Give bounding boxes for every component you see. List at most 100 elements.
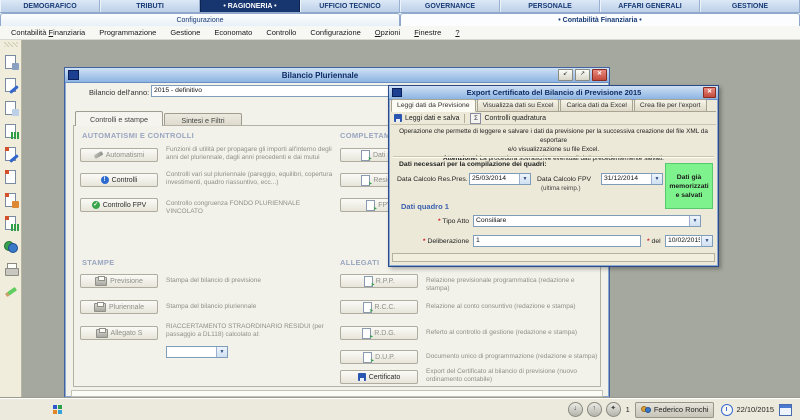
calendar-icon[interactable] bbox=[779, 404, 792, 416]
top-tab-ufficio-tecnico[interactable]: UFFICIO TECNICO bbox=[300, 0, 400, 12]
nav-up-icon[interactable]: ↑ bbox=[587, 402, 602, 417]
tab-leggi-dati-da-previsione[interactable]: Leggi dati da Previsione bbox=[391, 99, 476, 112]
certificato-desc: Export del Certificato al bilancio di pr… bbox=[426, 368, 598, 384]
check-icon: ✓ bbox=[92, 201, 100, 209]
controllo-fpv-button[interactable]: ✓ Controllo FPV bbox=[80, 198, 158, 212]
chart-doc-red-icon[interactable] bbox=[3, 215, 19, 231]
module-tab-bar: DEMOGRAFICO TRIBUTI • RAGIONERIA • UFFIC… bbox=[0, 0, 800, 13]
dati-salvati-status-box: Dati già memorizzati e salvati bbox=[665, 163, 713, 209]
top-tab-tributi[interactable]: TRIBUTI bbox=[100, 0, 200, 12]
res-pres-combo[interactable]: 25/03/2014 bbox=[469, 173, 531, 185]
restore-button[interactable]: ↗ bbox=[575, 69, 590, 81]
doc-icon bbox=[364, 276, 373, 287]
top-tab-governance[interactable]: GOVERNANCE bbox=[400, 0, 500, 12]
printer-icon[interactable] bbox=[3, 261, 19, 277]
chevron-down-icon[interactable] bbox=[519, 174, 530, 184]
dialog-titlebar[interactable]: Export Certificato del Bilancio di Previ… bbox=[389, 86, 718, 100]
controlli-button[interactable]: ! Controlli bbox=[80, 173, 158, 187]
menu-configurazione[interactable]: Configurazione bbox=[303, 28, 367, 37]
tab-crea-file-per-export[interactable]: Crea file per l'export bbox=[634, 99, 707, 111]
save-icon bbox=[394, 114, 402, 122]
tab-controlli-e-stampe[interactable]: Controlli e stampe bbox=[75, 111, 163, 126]
previsione-desc: Stampa del bilancio di previsione bbox=[166, 277, 334, 285]
menu-help[interactable]: ? bbox=[448, 28, 466, 37]
nav-down-icon[interactable]: ↓ bbox=[568, 402, 583, 417]
nav-star-icon[interactable]: ✦ bbox=[606, 402, 621, 417]
menu-opzioni[interactable]: Opzioni bbox=[368, 28, 407, 37]
sigma-icon: Σ bbox=[470, 113, 481, 124]
minimize-button[interactable]: ↙ bbox=[558, 69, 573, 81]
main-window-titlebar[interactable]: Bilancio Pluriennale ↙ ↗ ✕ bbox=[65, 68, 609, 83]
deliberazione-input[interactable]: 1 bbox=[473, 235, 641, 247]
rdg-button[interactable]: R.D.G. bbox=[340, 326, 418, 340]
section-automatismi: AUTOMATISMI E CONTROLLI bbox=[82, 131, 194, 140]
menu-economato[interactable]: Economato bbox=[207, 28, 259, 37]
tipo-atto-combo[interactable]: Consiliare bbox=[473, 215, 701, 227]
certificato-button[interactable]: Certificato bbox=[340, 370, 418, 384]
info-icon: ! bbox=[101, 176, 109, 184]
del-date-combo[interactable]: 10/02/2015 bbox=[665, 235, 713, 247]
previsione-button[interactable]: Previsione bbox=[80, 274, 158, 288]
dialog-close-button[interactable]: ✕ bbox=[703, 87, 716, 98]
top-tab-personale[interactable]: PERSONALE bbox=[500, 0, 600, 12]
chevron-down-icon[interactable] bbox=[701, 236, 712, 246]
dialog-icon bbox=[392, 88, 402, 97]
users-icon[interactable] bbox=[3, 238, 19, 254]
user-badge[interactable]: Federico Ronchi bbox=[635, 402, 715, 418]
menu-programmazione[interactable]: Programmazione bbox=[92, 28, 163, 37]
section-allegati: ALLEGATI bbox=[340, 258, 379, 267]
dialog-toolbar: Leggi dati e salva Σ Controlli quadratur… bbox=[391, 112, 716, 125]
menu-contabilita-finanziaria[interactable]: Contabilità Finanziaria bbox=[4, 28, 92, 37]
chart-doc-green-icon[interactable] bbox=[3, 123, 19, 139]
user-icon bbox=[641, 405, 651, 414]
toolbar-grip[interactable] bbox=[4, 42, 18, 47]
tab-contabilita-finanziaria[interactable]: • Contabilità Finanziaria • bbox=[400, 13, 800, 26]
tab-configurazione[interactable]: Configurazione bbox=[0, 13, 400, 26]
chevron-down-icon[interactable] bbox=[216, 347, 227, 357]
tasks-doc-icon[interactable] bbox=[3, 54, 19, 70]
rpp-button[interactable]: R.P.P. bbox=[340, 274, 418, 288]
edit-doc-blue-icon[interactable] bbox=[3, 77, 19, 93]
fpv-label: Data Calcolo FPV bbox=[537, 176, 591, 183]
top-tab-affari-generali[interactable]: AFFARI GENERALI bbox=[600, 0, 700, 12]
app-grid-icon[interactable] bbox=[53, 405, 62, 414]
riaccertamento-date-combo[interactable] bbox=[166, 346, 228, 358]
leggi-dati-e-salva-button[interactable]: Leggi dati e salva bbox=[405, 115, 459, 122]
edit-doc-red-icon[interactable] bbox=[3, 146, 19, 162]
controllo-fpv-desc: Controllo congruenza FONDO PLURIENNALE V… bbox=[166, 200, 334, 216]
quadri-header: Dati necessari per la compilazione dei q… bbox=[399, 161, 547, 168]
menu-gestione[interactable]: Gestione bbox=[163, 28, 207, 37]
user-name: Federico Ronchi bbox=[654, 405, 709, 414]
printer-icon bbox=[94, 303, 106, 312]
chevron-down-icon[interactable] bbox=[689, 216, 700, 226]
main-window-title: Bilancio Pluriennale bbox=[82, 71, 558, 80]
main-window-statusbar bbox=[71, 390, 603, 397]
menu-finestre[interactable]: Finestre bbox=[407, 28, 448, 37]
tab-visualizza-dati-su-excel[interactable]: Visualizza dati su Excel bbox=[477, 99, 560, 111]
blank-doc-icon[interactable] bbox=[3, 100, 19, 116]
automatismi-desc: Funzioni di utilità per propagare gli im… bbox=[166, 146, 334, 162]
menu-controllo[interactable]: Controllo bbox=[259, 28, 303, 37]
quadro1-header: Dati quadro 1 bbox=[401, 202, 449, 211]
top-tab-gestione[interactable]: GESTIONE bbox=[700, 0, 800, 12]
del-label: * del bbox=[647, 238, 661, 245]
dup-button[interactable]: D.U.P. bbox=[340, 350, 418, 364]
floppy-disk-icon bbox=[358, 373, 366, 381]
tab-carica-dati-da-excel[interactable]: Carica dati da Excel bbox=[560, 99, 632, 111]
controlli-quadratura-button[interactable]: Controlli quadratura bbox=[484, 115, 545, 122]
allegato-s-button[interactable]: Allegato S bbox=[80, 326, 158, 340]
close-button[interactable]: ✕ bbox=[592, 69, 607, 81]
chevron-down-icon[interactable] bbox=[651, 174, 662, 184]
pencil-icon[interactable] bbox=[3, 284, 19, 300]
menu-bar: Contabilità Finanziaria Programmazione G… bbox=[0, 26, 800, 40]
automatismi-button[interactable]: Automatismi bbox=[80, 148, 158, 162]
fpv-combo[interactable]: 31/12/2014 bbox=[601, 173, 663, 185]
top-tab-ragioneria[interactable]: • RAGIONERIA • bbox=[200, 0, 300, 12]
stamp-doc-icon[interactable] bbox=[3, 192, 19, 208]
session-count: 1 bbox=[626, 405, 630, 414]
pluriennale-button[interactable]: Pluriennale bbox=[80, 300, 158, 314]
current-date: 22/10/2015 bbox=[736, 405, 774, 414]
doc-red-corner-icon[interactable] bbox=[3, 169, 19, 185]
top-tab-demografico[interactable]: DEMOGRAFICO bbox=[0, 0, 100, 12]
rcc-button[interactable]: R.C.C. bbox=[340, 300, 418, 314]
